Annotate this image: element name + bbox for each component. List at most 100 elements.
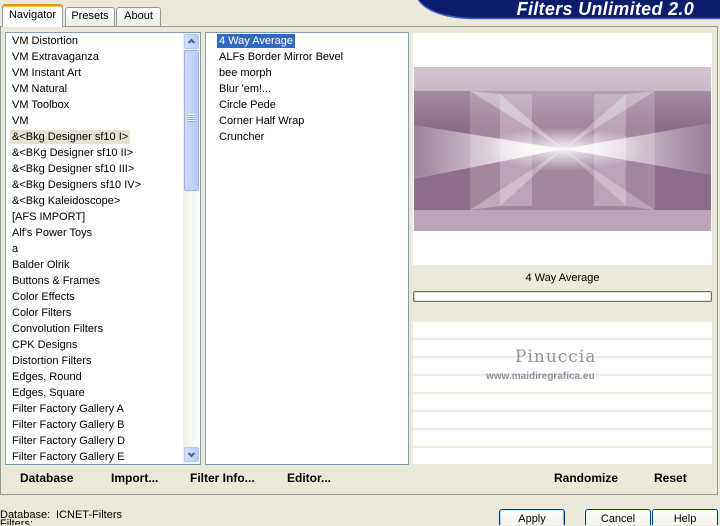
category-item[interactable]: Color Filters xyxy=(6,305,183,321)
tab-about[interactable]: About xyxy=(116,7,161,26)
randomize-button[interactable]: Randomize xyxy=(554,470,618,487)
filter-item[interactable]: ALFs Border Mirror Bevel xyxy=(206,49,408,65)
scroll-up-button[interactable] xyxy=(184,34,199,49)
scroll-grip-line xyxy=(188,114,195,115)
category-item[interactable]: Distortion Filters xyxy=(6,353,183,369)
category-item-label: Filter Factory Gallery D xyxy=(12,435,126,447)
control-row xyxy=(413,448,712,464)
control-row xyxy=(413,322,712,340)
scroll-thumb[interactable] xyxy=(184,50,199,191)
database-value: ICNET-Filters xyxy=(56,509,122,521)
category-item[interactable]: Filter Factory Gallery B xyxy=(6,417,183,433)
category-item[interactable]: &<BKg Designer sf10 II> xyxy=(6,145,183,161)
filter-item-label: Cruncher xyxy=(219,131,265,143)
category-item[interactable]: a xyxy=(6,241,183,257)
category-item[interactable]: VM Distortion xyxy=(6,33,183,49)
progress-bar xyxy=(413,291,712,302)
category-item-label: VM Toolbox xyxy=(12,99,70,111)
category-item[interactable]: Edges, Square xyxy=(6,385,183,401)
category-rows: VM Distortion VM Extravaganza VM Instant A… xyxy=(6,33,183,464)
category-item[interactable]: VM Extravaganza xyxy=(6,49,183,65)
filter-item[interactable]: 4 Way Average xyxy=(206,33,408,49)
category-item[interactable]: Balder Olrik xyxy=(6,257,183,273)
filter-item[interactable]: Corner Half Wrap xyxy=(206,113,408,129)
tab-navigator[interactable]: Navigator xyxy=(2,4,63,27)
filter-rows: 4 Way Average ALFs Border Mirror Bevel bee… xyxy=(206,33,408,464)
category-item[interactable]: Filter Factory Gallery A xyxy=(6,401,183,417)
category-item-label: VM Extravaganza xyxy=(12,51,99,63)
apply-button[interactable]: Apply xyxy=(499,509,565,525)
filter-item[interactable]: bee morph xyxy=(206,65,408,81)
category-item[interactable]: &<Bkg Designers sf10 IV> xyxy=(6,177,183,193)
category-item-label: VM Instant Art xyxy=(12,67,82,79)
category-item-label: Edges, Square xyxy=(12,387,85,399)
preview-image xyxy=(414,67,711,231)
scroll-down-button[interactable] xyxy=(184,447,199,462)
category-item-label: VM Distortion xyxy=(12,35,79,47)
brand-banner: Filters Unlimited 2.0 xyxy=(418,0,720,20)
category-item-label: &<Bkg Kaleidoscope> xyxy=(12,195,121,207)
help-button[interactable]: Help xyxy=(652,509,718,525)
category-item[interactable]: CPK Designs xyxy=(6,337,183,353)
watermark-url: www.maidiregrafica.eu xyxy=(486,371,595,382)
editor-button[interactable]: Editor... xyxy=(287,470,331,487)
preview-area xyxy=(413,33,712,265)
watermark-name: Pinuccia xyxy=(515,347,597,367)
category-item[interactable]: VM Toolbox xyxy=(6,97,183,113)
filter-info-button[interactable]: Filter Info... xyxy=(190,470,255,487)
category-item[interactable]: VM Instant Art xyxy=(6,65,183,81)
category-item-label: Balder Olrik xyxy=(12,259,70,271)
scroll-grip-line xyxy=(188,120,195,121)
tab-presets[interactable]: Presets xyxy=(65,7,115,26)
category-item-label: Convolution Filters xyxy=(12,323,104,335)
cancel-button[interactable]: Cancel xyxy=(585,509,651,525)
category-item[interactable]: Edges, Round xyxy=(6,369,183,385)
tab-strip: Navigator Presets About xyxy=(0,0,165,28)
filter-item[interactable]: Cruncher xyxy=(206,129,408,145)
filter-item-label: Circle Pede xyxy=(219,99,276,111)
category-item[interactable]: Convolution Filters xyxy=(6,321,183,337)
preview-panel: 4 Way Average Pinuccia www.maidiregrafic… xyxy=(413,33,712,464)
reset-button[interactable]: Reset xyxy=(654,470,687,487)
category-item[interactable]: Filter Factory Gallery E xyxy=(6,449,183,464)
category-item[interactable]: VM Natural xyxy=(6,81,183,97)
filter-item-label: bee morph xyxy=(219,67,272,79)
control-row xyxy=(413,412,712,430)
filter-list[interactable]: 4 Way Average ALFs Border Mirror Bevel bee… xyxy=(205,32,409,465)
category-item-label: CPK Designs xyxy=(12,339,78,351)
category-item[interactable]: Filter Factory Gallery D xyxy=(6,433,183,449)
category-item-label: [AFS IMPORT] xyxy=(12,211,86,223)
category-item-label: &<Bkg Designer sf10 III> xyxy=(12,163,135,175)
control-row xyxy=(413,394,712,412)
category-scrollbar[interactable] xyxy=(183,33,200,464)
category-item-label: Color Effects xyxy=(12,291,75,303)
filter-controls xyxy=(413,322,712,464)
filter-item[interactable]: Circle Pede xyxy=(206,97,408,113)
category-item[interactable]: Alf's Power Toys xyxy=(6,225,183,241)
brand-title: Filters Unlimited 2.0 xyxy=(516,0,694,18)
category-item-label: a xyxy=(12,243,19,255)
import-button[interactable]: Import... xyxy=(111,470,158,487)
filter-item-label: ALFs Border Mirror Bevel xyxy=(219,51,344,63)
category-item[interactable]: Buttons & Frames xyxy=(6,273,183,289)
category-list[interactable]: VM Distortion VM Extravaganza VM Instant A… xyxy=(5,32,201,465)
category-item-label: Filter Factory Gallery A xyxy=(12,403,124,415)
chevron-down-icon xyxy=(187,452,196,458)
category-item[interactable]: Color Effects xyxy=(6,289,183,305)
category-item-label: &<BKg Designer sf10 II> xyxy=(12,147,134,159)
chevron-up-icon xyxy=(187,38,196,44)
category-item[interactable]: [AFS IMPORT] xyxy=(6,209,183,225)
category-item-label: Alf's Power Toys xyxy=(12,227,93,239)
database-button[interactable]: Database xyxy=(20,470,73,487)
control-row xyxy=(413,430,712,448)
filters-count-label: Filters: xyxy=(0,519,33,525)
filter-item[interactable]: Blur 'em!... xyxy=(206,81,408,97)
category-item-label: VM xyxy=(12,115,29,127)
category-item-label: VM Natural xyxy=(12,83,68,95)
filter-item-label: Corner Half Wrap xyxy=(219,115,305,127)
category-item[interactable]: &<Bkg Designer sf10 III> xyxy=(6,161,183,177)
category-item-label: Filter Factory Gallery B xyxy=(12,419,125,431)
category-item[interactable]: VM xyxy=(6,113,183,129)
category-item[interactable]: &<Bkg Kaleidoscope> xyxy=(6,193,183,209)
category-item[interactable]: &<Bkg Designer sf10 I> xyxy=(6,129,183,145)
